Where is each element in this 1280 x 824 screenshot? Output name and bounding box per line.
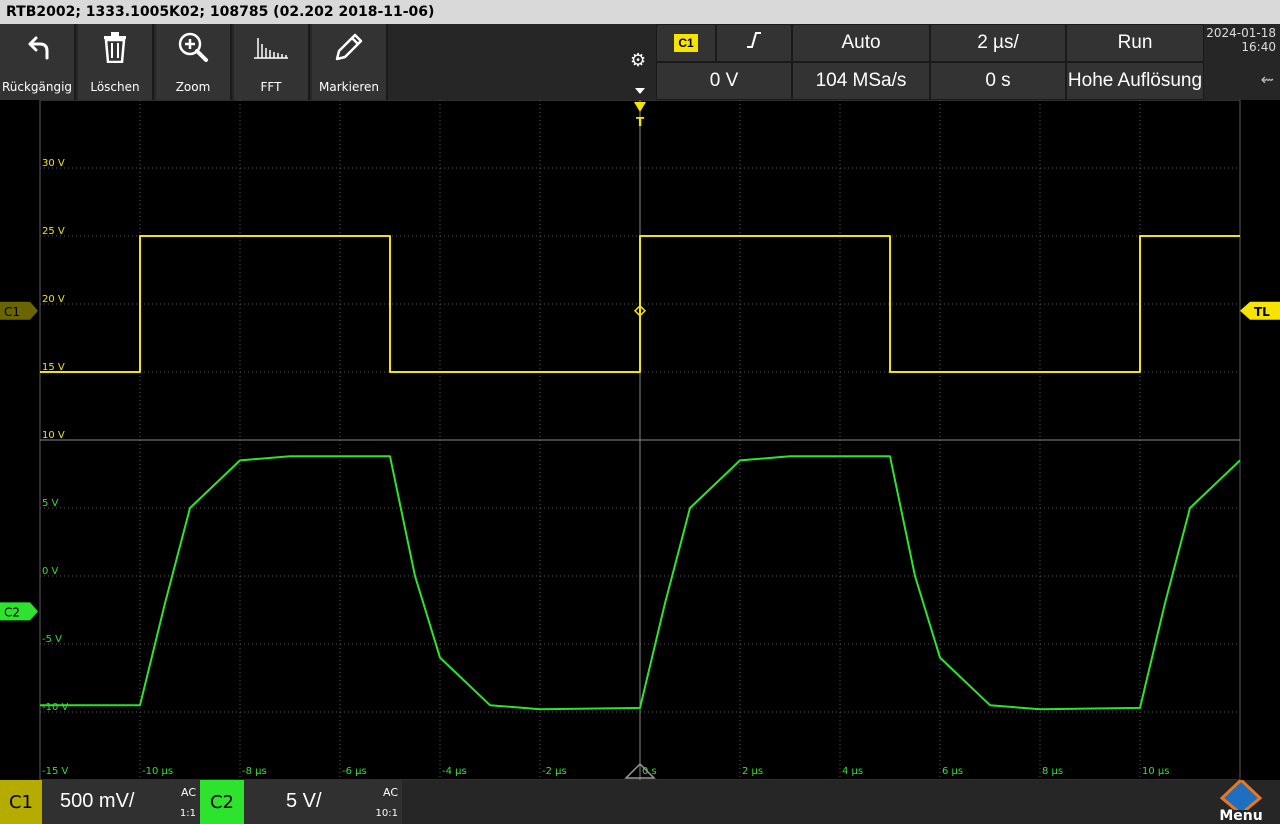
chevron-down-icon <box>635 88 645 94</box>
y-tick-label: 0 V <box>42 566 59 577</box>
y-tick-label: -5 V <box>42 634 62 645</box>
trigger-level-button[interactable]: 0 V <box>656 62 792 100</box>
channel-2-tag: C2 <box>200 780 244 824</box>
y-tick-label: -15 V <box>42 766 69 777</box>
y-tick-label: -10 V <box>42 702 69 713</box>
channel-1-probe: 1:1 <box>179 808 196 819</box>
x-tick-label: 2 µs <box>742 766 763 777</box>
timebase-button[interactable]: 2 µs/ <box>930 24 1066 62</box>
trigger-source-badge: C1 <box>674 34 698 52</box>
x-tick-label: -2 µs <box>542 766 567 777</box>
delete-label: Löschen <box>90 80 140 94</box>
channel-bar: C1 500 mV/ AC 1:1 C2 5 V/ AC 10:1 <box>0 780 1280 824</box>
run-stop-button[interactable]: Run <box>1066 24 1204 62</box>
y-tick-label: 30 V <box>42 158 65 169</box>
channel-1-tag: C1 <box>0 780 42 824</box>
c1-marker: C1 <box>0 301 38 320</box>
trigger-marker: T <box>634 102 646 129</box>
trigger-mode-button[interactable]: Auto <box>792 24 930 62</box>
menu-label: Menu <box>1219 808 1263 824</box>
channel-2-scale: 5 V/ <box>286 790 322 812</box>
trigger-arrow <box>634 102 646 112</box>
channel-1-scale: 500 mV/ <box>60 790 135 812</box>
x-tick-label: -10 µs <box>142 766 173 777</box>
trigger-level-label: TL <box>1254 305 1270 319</box>
undo-button[interactable]: Rückgängig <box>0 24 76 100</box>
channel-1-panel[interactable]: C1 500 mV/ AC 1:1 <box>0 780 200 824</box>
undo-icon <box>0 30 74 64</box>
waveform-chart: 30 V25 V20 V15 V10 V5 V0 V-5 V-10 V-15 V… <box>0 100 1280 780</box>
x-tick-label: -8 µs <box>242 766 267 777</box>
x-tick-label: 4 µs <box>842 766 863 777</box>
channel-1-coupling: AC <box>180 786 196 799</box>
c2-marker-label: C2 <box>4 605 20 619</box>
fft-button[interactable]: FFT <box>234 24 310 100</box>
time-offset-button[interactable]: 0 s <box>930 62 1066 100</box>
trash-icon <box>78 30 152 64</box>
waveform-display[interactable]: 30 V 25 V 20 V 15 V 10 V5 V0 V -5 V -10 V -15 V… <box>0 100 1280 780</box>
gear-icon: ⚙ <box>630 50 647 71</box>
fft-label: FFT <box>260 80 282 94</box>
date-label: 2024-01-18 <box>1206 26 1276 40</box>
settings-button[interactable]: ⚙ <box>624 24 656 100</box>
y-tick-label: 10 V <box>42 430 65 441</box>
x-tick-label: 8 µs <box>1042 766 1063 777</box>
rohde-schwarz-logo <box>1219 777 1263 816</box>
trigger-marker-label: T <box>636 115 645 129</box>
pencil-icon <box>312 30 386 64</box>
datetime-panel: 2024-01-18 16:40 ⇜ <box>1204 24 1280 100</box>
x-tick-label: -6 µs <box>342 766 367 777</box>
title-bar: RTB2002; 1333.1005K02; 108785 (02.202 20… <box>0 0 1280 24</box>
mark-label: Markieren <box>319 80 379 94</box>
y-tick-label: 25 V <box>42 226 65 237</box>
channel-2-probe: 10:1 <box>375 808 398 819</box>
fft-icon <box>234 30 308 64</box>
c2-marker: C2 <box>0 602 38 621</box>
channel-2-coupling: AC <box>382 786 398 799</box>
zoom-label: Zoom <box>175 80 211 94</box>
delete-button[interactable]: Löschen <box>78 24 154 100</box>
acquisition-mode-button[interactable]: Hohe Auflösung <box>1066 62 1204 100</box>
rising-edge-icon <box>744 30 764 56</box>
x-tick-label: -4 µs <box>442 766 467 777</box>
x-tick-label: 6 µs <box>942 766 963 777</box>
undo-label: Rückgängig <box>1 80 73 94</box>
menu-button[interactable]: Menu <box>1202 777 1280 824</box>
x-tick-label: 10 µs <box>1142 766 1169 777</box>
mark-button[interactable]: Markieren <box>312 24 388 100</box>
trigger-source-button[interactable]: C1 <box>656 24 716 62</box>
trigger-edge-button[interactable] <box>716 24 792 62</box>
zoom-button[interactable]: Zoom <box>156 24 232 100</box>
y-tick-label: 5 V <box>42 498 59 509</box>
time-label: 16:40 <box>1241 40 1276 54</box>
y-tick-label: 20 V <box>42 294 65 305</box>
channel-2-panel[interactable]: C2 5 V/ AC 10:1 <box>200 780 402 824</box>
sample-rate-display: 104 MSa/s <box>792 62 930 100</box>
trigger-level-marker: TL <box>1240 301 1280 320</box>
c1-marker-label: C1 <box>4 305 20 319</box>
usb-icon: ⇜ <box>1260 70 1274 89</box>
zoom-icon <box>156 30 230 64</box>
